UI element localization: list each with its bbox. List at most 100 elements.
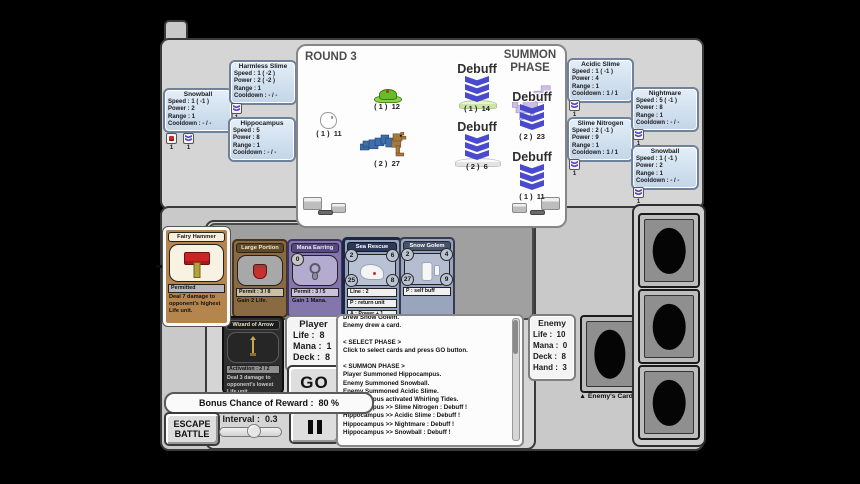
- unit-name: Nightmare: [633, 90, 697, 98]
- debuff-text: Debuff: [506, 90, 558, 104]
- card-title: Large Portion: [236, 243, 284, 253]
- unit-speed: Speed : 1 ( -1 ): [165, 99, 231, 106]
- card-status-bar: Permitted: [168, 284, 225, 293]
- unit-speed: Speed : 2 ( -1 ): [569, 128, 632, 135]
- log-line: Hippocampus >> Acidic Slime : Debuff !: [343, 412, 510, 420]
- unit-label: ( 1 ) 11: [506, 192, 558, 201]
- card-effect: Gain 1 Mana.: [292, 298, 338, 305]
- card-sea-rescue[interactable]: Sea Rescue 2 6 25 8 Line : 2 P : return …: [342, 237, 402, 321]
- debuff-indicator: Debuff ( 1 ) 14: [451, 62, 503, 102]
- stat-badge-tl: 2: [401, 248, 414, 261]
- stat-panel-snowball-right: Snowball Speed : 1 ( -1 ) Power : 2 Rang…: [631, 145, 699, 190]
- debuff-chevron-icon: [569, 159, 580, 170]
- card-back-face: [644, 219, 694, 282]
- interval-slider-thumb[interactable]: [247, 424, 261, 438]
- debuff-chevron-icon: [569, 100, 580, 111]
- unit-cooldown: Cooldown : - / -: [633, 120, 697, 127]
- unit-cooldown: Cooldown : - / -: [165, 121, 231, 128]
- unit-label: ( 2 ) 6: [451, 162, 503, 171]
- card-mana-earring[interactable]: Mana Earring 0 Permit : 3 / 5 Gain 1 Man…: [287, 239, 343, 318]
- unit-name: Acidic Slime: [569, 61, 632, 69]
- enemy-card-back: [638, 289, 700, 364]
- card-counter-badge: 0: [291, 253, 304, 266]
- log-scrollbar[interactable]: [512, 318, 520, 441]
- marker-bar: [318, 210, 333, 215]
- unit-range: Range : 1: [633, 171, 697, 178]
- game-screen: Snowball Speed : 1 ( -1 ) Power : 2 Rang…: [0, 0, 860, 484]
- bonus-chance-pill: Bonus Chance of Reward : 80 %: [164, 392, 374, 414]
- debuff-text: Debuff: [451, 62, 503, 76]
- card-art: [237, 255, 283, 286]
- unit-harmless-slime: [374, 88, 400, 102]
- unit-power: Power : 2 ( -2 ): [231, 78, 295, 85]
- status-count: 1: [166, 144, 177, 152]
- unit-range: Range : 1: [569, 143, 632, 150]
- enemy-card-back: [638, 365, 700, 440]
- debuff-text: Debuff: [451, 120, 503, 134]
- go-button-label: GO: [300, 373, 328, 393]
- unit-speed: Speed : 5 ( -1 ): [633, 98, 697, 105]
- debuff-chevron-icon: [633, 187, 644, 198]
- unit-speed: Speed : 1 ( -1 ): [633, 156, 697, 163]
- card-effect: Gain 2 Life.: [237, 298, 283, 305]
- unit-name: Hippocampus: [230, 120, 294, 128]
- snow-mound: [331, 203, 346, 213]
- player-panel: Player Life : 8 Mana : 1 Deck : 8: [285, 315, 342, 372]
- unit-range: Range : 1: [633, 113, 697, 120]
- escape-label-line: ESCAPE: [173, 419, 210, 429]
- enemy-card-back: [638, 213, 700, 288]
- enemy-mana: Mana : 0: [530, 340, 574, 351]
- card-art: 0: [292, 255, 338, 286]
- unit-cooldown: Cooldown : 1 / 1: [569, 150, 632, 157]
- card-snow-golem[interactable]: Snow Golem 2 4 27 9 P : self buff: [399, 237, 455, 319]
- red-status-icon: [166, 133, 177, 144]
- arrow-fletch: [250, 353, 256, 356]
- player-mana: Mana : 1: [287, 341, 340, 352]
- unit-speed: Speed : 5: [230, 128, 294, 135]
- unit-range: Range : 1: [231, 86, 295, 93]
- log-line: < SUMMON PHASE >: [343, 363, 510, 371]
- card-title: Mana Earring: [291, 243, 339, 253]
- card-line1: P : self buff: [403, 287, 451, 296]
- card-description: Deal 7 damage to opponent's highest Life…: [169, 294, 224, 316]
- status-count: 1: [183, 144, 194, 152]
- stat-panel-harmless-slime: Harmless Slime Speed : 1 ( -2 ) Power : …: [229, 60, 297, 105]
- hammer-handle: [193, 262, 200, 278]
- unit-power: Power : 2: [633, 163, 697, 170]
- snow-mound: [303, 197, 322, 210]
- unit-label: ( 2 ) 27: [366, 159, 408, 168]
- phase-line: PHASE: [499, 62, 561, 75]
- card-title: Wizard of Arrow: [226, 320, 280, 330]
- card-back-oval: [594, 330, 625, 379]
- card-back-oval: [653, 379, 686, 425]
- enemy-panel: Enemy Life : 10 Mana : 0 Deck : 8 Hand :…: [528, 314, 576, 381]
- card-wizard-of-arrow[interactable]: Wizard of Arrow Activation : 2 / 2 Deal …: [222, 316, 284, 394]
- unit-range: Range : 1: [230, 143, 294, 150]
- unit-cooldown: Cooldown : - / -: [231, 93, 295, 100]
- scrollbar-thumb[interactable]: [513, 320, 518, 354]
- stat-badge-tl: 2: [345, 249, 358, 262]
- card-fairy-hammer[interactable]: Fairy Hammer Permitted Deal 7 damage to …: [163, 227, 230, 326]
- player-life: Life : 8: [287, 330, 340, 341]
- log-line: < SELECT PHASE >: [343, 339, 510, 347]
- pause-button[interactable]: [289, 410, 340, 444]
- log-line: Hippocampus >> Nightmare : Debuff !: [343, 421, 510, 429]
- debuff-chevron-icon: [183, 133, 194, 144]
- battle-log: Drew Snow Golem.Enemy drew a card.< SELE…: [336, 314, 524, 447]
- card-back-face: [644, 371, 694, 434]
- interval-label: Interval : 0.3: [210, 414, 290, 424]
- stat-panel-hippocampus: Hippocampus Speed : 5 Power : 8 Range : …: [228, 117, 296, 162]
- enemy-title: Enemy: [530, 318, 574, 329]
- battle-area: ROUND 3 SUMMON PHASE ( 1 ) 12 ( 1 ) 11: [296, 44, 567, 228]
- marker-bar: [530, 210, 545, 215]
- unit-name: Snowball: [633, 148, 697, 156]
- card-large-portion[interactable]: Large Portion Permit : 3 / 8 Gain 2 Life…: [232, 239, 288, 318]
- enemy-life: Life : 10: [530, 329, 574, 340]
- unit-snowball: [320, 112, 337, 129]
- debuff-indicator: Debuff ( 2 ) 23: [506, 90, 558, 130]
- unit-cooldown: Cooldown : - / -: [633, 178, 697, 185]
- log-line: Click to select cards and press GO butto…: [343, 347, 510, 355]
- unit-label: ( 1 ) 11: [308, 129, 350, 138]
- potion-icon: [253, 264, 267, 279]
- debuff-chevrons-icon: [506, 104, 558, 130]
